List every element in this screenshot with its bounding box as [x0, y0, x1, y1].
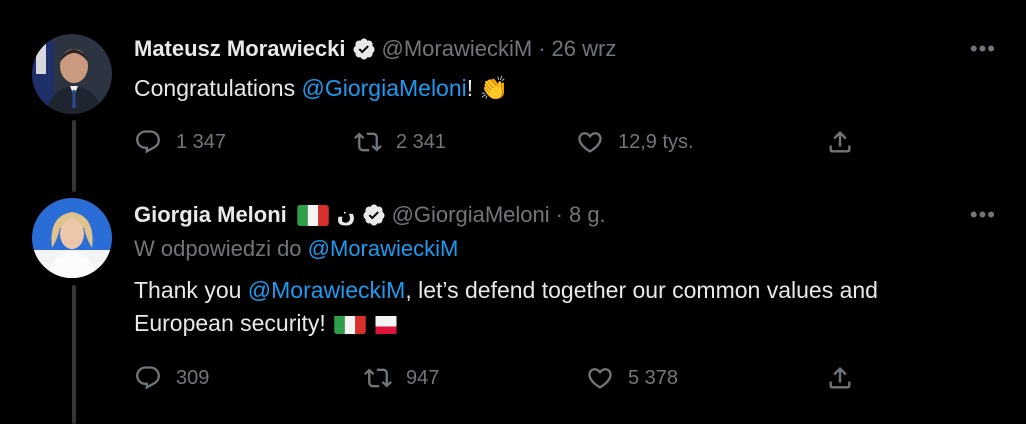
tweet-text: Thank you @MorawieckiM, let’s defend tog… — [134, 274, 878, 306]
retweet-button[interactable]: 2 341 — [354, 128, 446, 156]
share-button[interactable] — [826, 364, 854, 392]
verified-badge-icon — [363, 204, 385, 226]
mention-link[interactable]: @MorawieckiM — [248, 277, 406, 303]
tweet-actions: 1 347 2 341 12,9 tys. — [134, 128, 874, 158]
tweet-text-part: Thank you — [134, 277, 248, 303]
reply-to-line: W odpowiedzi do @MorawieckiM — [134, 236, 458, 262]
more-icon[interactable]: ••• — [970, 202, 996, 228]
tweet-text-part: European security! — [134, 310, 333, 336]
retweet-count: 947 — [406, 366, 440, 389]
tweet-header: Mateusz Morawiecki @MorawieckiM · 26 wrz — [134, 34, 616, 64]
author-handle[interactable]: @GiorgiaMeloni — [392, 202, 550, 228]
tweet-text-part: Congratulations — [134, 75, 302, 101]
tweet-text-line2: European security! — [134, 307, 404, 339]
reply-to-handle[interactable]: @MorawieckiM — [308, 236, 459, 261]
more-icon[interactable]: ••• — [970, 36, 996, 62]
retweet-icon — [354, 132, 382, 152]
tweet[interactable]: Mateusz Morawiecki @MorawieckiM · 26 wrz… — [0, 0, 1026, 190]
tweet-text-part: ! — [466, 75, 474, 101]
author-name-extra: ن — [336, 202, 356, 227]
share-button[interactable] — [826, 128, 854, 156]
verified-badge-icon — [353, 38, 375, 60]
mention-link[interactable]: @GiorgiaMeloni — [302, 75, 467, 101]
share-icon — [829, 367, 851, 389]
reply-icon — [136, 366, 160, 390]
tweet-header: Giorgia Meloni ن @GiorgiaMeloni · 8 g. — [134, 200, 606, 230]
retweet-icon — [364, 368, 392, 388]
tweet-text: Congratulations @GiorgiaMeloni! 👏 — [134, 72, 508, 105]
like-count: 12,9 tys. — [618, 130, 694, 153]
separator-dot: · — [555, 202, 563, 227]
like-button[interactable]: 5 378 — [586, 364, 678, 392]
avatar[interactable] — [32, 34, 112, 114]
share-icon — [829, 131, 851, 153]
tweet-timestamp[interactable]: 8 g. — [569, 202, 606, 228]
tweet-text-part: , let’s defend together our common value… — [405, 277, 878, 303]
reply-to-label: W odpowiedzi do — [134, 236, 308, 261]
tweet-timestamp[interactable]: 26 wrz — [552, 36, 617, 62]
reply-count: 309 — [176, 366, 210, 389]
like-icon — [578, 132, 602, 153]
retweet-button[interactable]: 947 — [364, 364, 439, 392]
tweet-actions: 309 947 5 378 — [134, 364, 874, 394]
reply-icon — [136, 130, 160, 154]
tweet[interactable]: Giorgia Meloni ن @GiorgiaMeloni · 8 g. •… — [0, 190, 1026, 424]
reply-button[interactable]: 1 347 — [134, 128, 226, 156]
avatar[interactable] — [32, 198, 112, 278]
italy-flag-icon — [334, 313, 366, 334]
author-name[interactable]: Giorgia Meloni — [134, 202, 287, 228]
like-icon — [588, 368, 612, 389]
like-button[interactable]: 12,9 tys. — [576, 128, 694, 156]
clapping-hands-icon: 👏 — [479, 76, 509, 102]
reply-count: 1 347 — [176, 130, 227, 153]
retweet-count: 2 341 — [396, 130, 447, 153]
italy-flag-icon — [297, 204, 329, 226]
separator-dot: · — [538, 36, 546, 61]
like-count: 5 378 — [628, 366, 679, 389]
reply-button[interactable]: 309 — [134, 364, 209, 392]
author-name[interactable]: Mateusz Morawiecki — [134, 36, 346, 62]
author-handle[interactable]: @MorawieckiM — [382, 36, 533, 62]
poland-flag-icon — [370, 313, 402, 334]
